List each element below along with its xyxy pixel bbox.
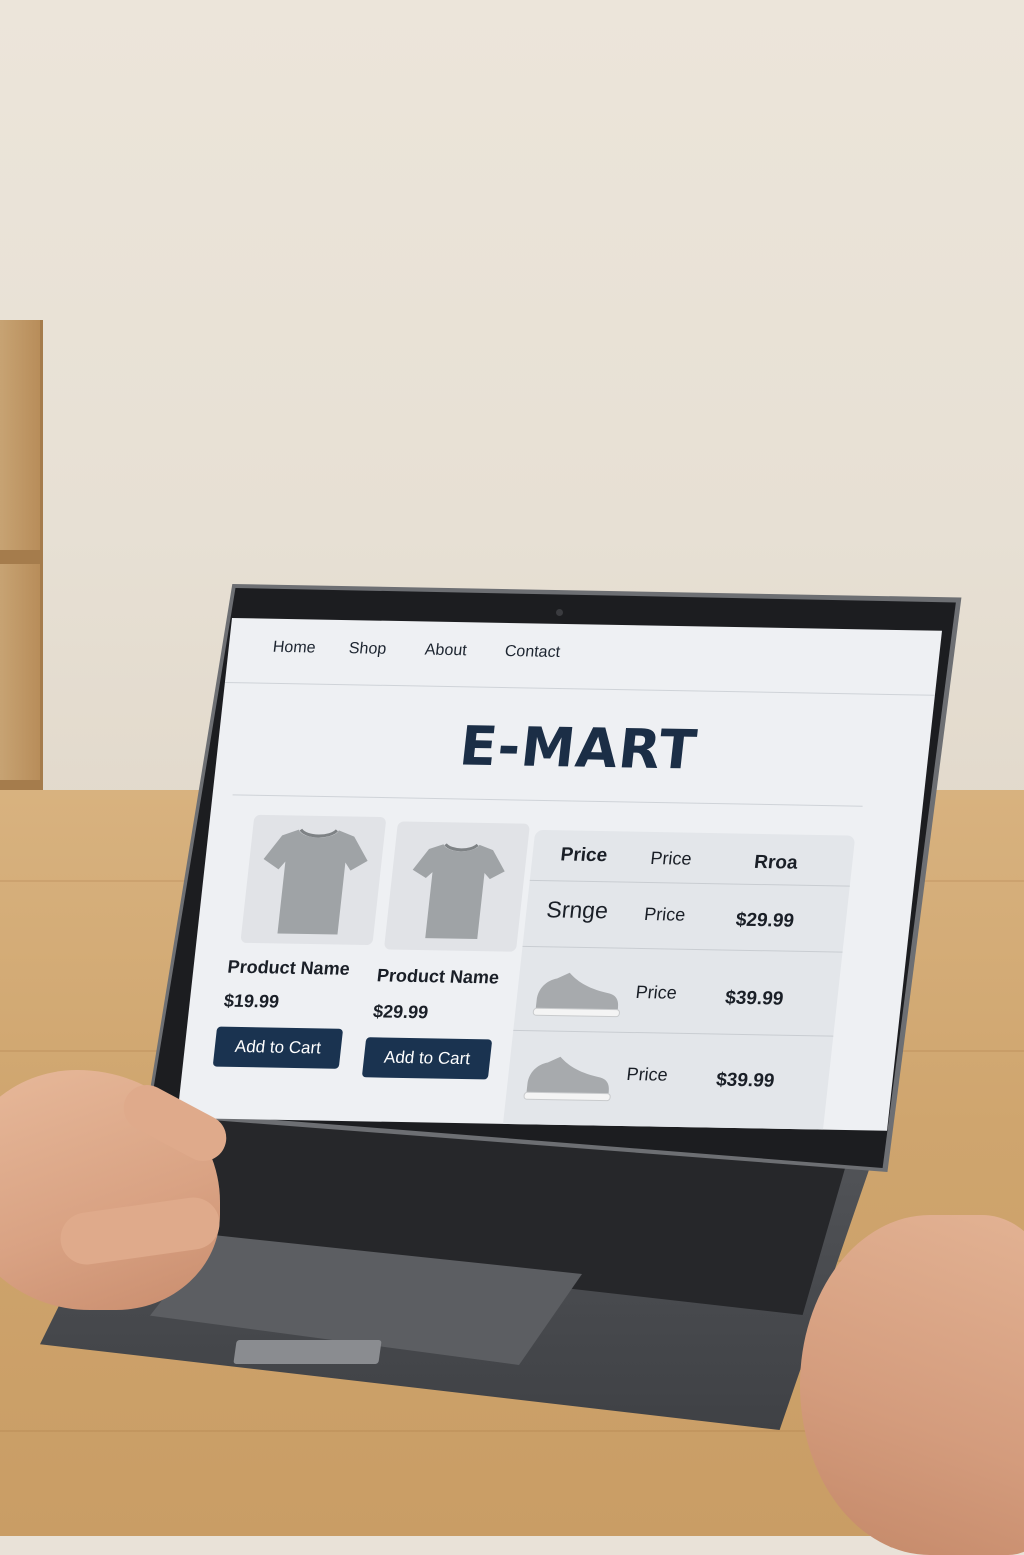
nav-home-link[interactable]: Home xyxy=(272,639,317,658)
product-image[interactable] xyxy=(383,821,530,952)
product-price: $19.99 xyxy=(222,990,281,1012)
browser-screen: Home Shop About Contact E-MART Product N… xyxy=(177,618,942,1131)
tshirt-icon xyxy=(263,828,368,935)
table-cell-price: $39.99 xyxy=(715,1069,776,1092)
table-cell-label: Srnge xyxy=(545,896,610,924)
table-header: Rroa xyxy=(753,851,799,874)
table-header: Price xyxy=(559,844,609,867)
product-image[interactable] xyxy=(240,814,387,946)
shelf-board xyxy=(0,550,40,564)
webcam-icon xyxy=(556,609,563,616)
bookshelf xyxy=(0,320,43,840)
section-divider xyxy=(232,794,863,807)
table-row[interactable]: Srnge Price $29.99 xyxy=(522,879,850,953)
table-header-row: Price Price Rroa xyxy=(529,829,856,887)
table-cell-price: $29.99 xyxy=(734,909,796,932)
add-to-cart-button[interactable]: Add to Cart xyxy=(212,1026,344,1069)
table-cell-price: $39.99 xyxy=(724,987,785,1010)
nav-contact-link[interactable]: Contact xyxy=(504,643,561,662)
table-header: Price xyxy=(649,847,693,869)
add-to-cart-button[interactable]: Add to Cart xyxy=(361,1037,493,1080)
tshirt-icon xyxy=(412,843,505,940)
sneaker-icon xyxy=(523,1056,611,1102)
price-table: Price Price Rroa Srnge Price $29.99 Pric… xyxy=(502,829,856,1131)
table-cell: Price xyxy=(625,1063,669,1085)
table-cell: Price xyxy=(643,903,687,925)
table-row[interactable]: Price $39.99 xyxy=(504,1030,833,1120)
top-nav: Home Shop About Contact xyxy=(224,618,942,696)
table-cell: Price xyxy=(634,981,678,1003)
sneaker-icon xyxy=(532,972,620,1018)
nav-shop-link[interactable]: Shop xyxy=(348,640,387,659)
product-price: $29.99 xyxy=(372,1001,430,1023)
product-name[interactable]: Product Name xyxy=(376,965,500,988)
laptop-front-notch xyxy=(233,1340,382,1364)
table-row[interactable]: Price $39.99 xyxy=(513,945,843,1037)
nav-about-link[interactable]: About xyxy=(424,642,468,661)
site-logo-title[interactable]: E-MART xyxy=(415,714,742,783)
product-name[interactable]: Product Name xyxy=(227,957,351,980)
